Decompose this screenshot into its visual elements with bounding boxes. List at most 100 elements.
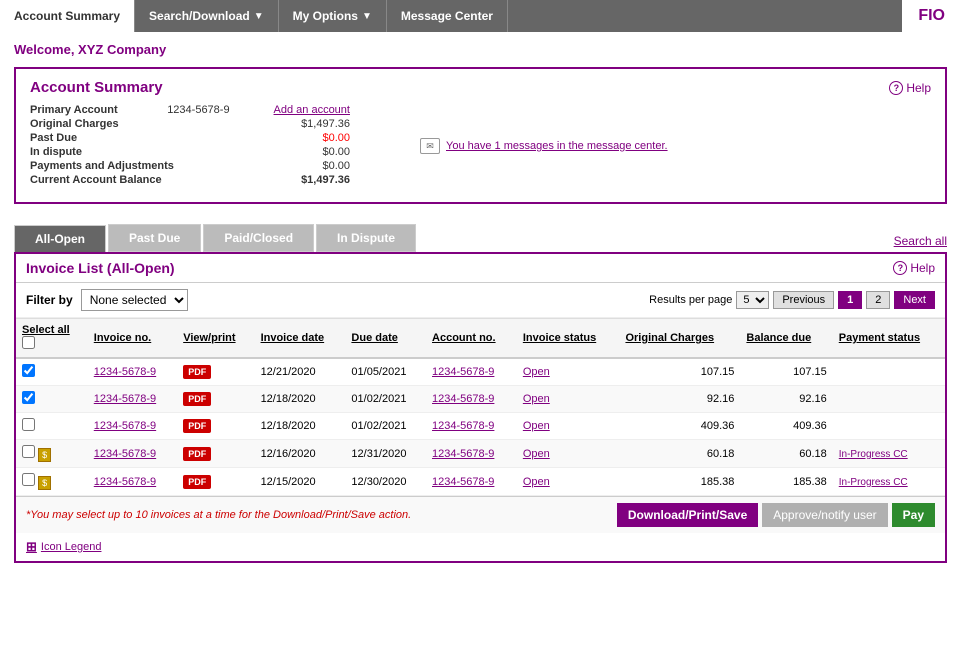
invoice-table: Select all Invoice no. View/print Invoic…	[16, 318, 945, 496]
view-print-cell: PDF	[177, 413, 254, 440]
account-fields: Primary Account 1234-5678-9 Add an accou…	[30, 104, 350, 188]
filter-select[interactable]: None selected	[81, 289, 188, 311]
current-balance-row: Current Account Balance $1,497.36	[30, 174, 350, 186]
invoice-list-title: Invoice List (All-Open)	[26, 260, 175, 276]
pdf-button[interactable]: PDF	[183, 392, 211, 406]
invoice-status-link[interactable]: Open	[523, 393, 550, 405]
balance-due-cell: 92.16	[740, 386, 832, 413]
invoice-date-cell: 12/15/2020	[255, 468, 346, 496]
account-number-link[interactable]: 1234-5678-9	[432, 393, 494, 405]
pdf-button[interactable]: PDF	[183, 475, 211, 489]
pdf-button[interactable]: PDF	[183, 447, 211, 461]
tab-past-due[interactable]: Past Due	[108, 224, 201, 252]
col-view-print: View/print	[177, 319, 254, 359]
invoice-number-cell: 1234-5678-9	[88, 468, 177, 496]
invoice-date-cell: 12/18/2020	[255, 386, 346, 413]
row-checkbox[interactable]	[22, 473, 35, 486]
filter-pagination-row: Filter by None selected Results per page…	[16, 283, 945, 318]
row-icon-btn[interactable]: $	[38, 476, 51, 490]
account-number-link[interactable]: 1234-5678-9	[432, 420, 494, 432]
results-per-page-label: Results per page	[649, 294, 732, 306]
invoice-status-link[interactable]: Open	[523, 448, 550, 460]
tab-all-open[interactable]: All-Open	[14, 225, 106, 252]
nav-tab-my-options[interactable]: My Options ▼	[279, 0, 387, 32]
pagination-controls: Results per page 5 Previous 1 2 Next	[649, 291, 935, 309]
row-checkbox[interactable]	[22, 391, 35, 404]
top-navigation: Account Summary Search/Download ▼ My Opt…	[0, 0, 961, 32]
table-row: 1234-5678-9PDF12/18/202001/02/20211234-5…	[16, 413, 945, 440]
payment-status-link[interactable]: In-Progress CC	[839, 477, 908, 488]
account-summary-header: Account Summary ? Help	[30, 79, 931, 96]
row-checkbox[interactable]	[22, 364, 35, 377]
page-1-button[interactable]: 1	[838, 291, 862, 309]
account-number-link[interactable]: 1234-5678-9	[432, 476, 494, 488]
account-number-cell: 1234-5678-9	[426, 413, 517, 440]
tab-in-dispute[interactable]: In Dispute	[316, 224, 416, 252]
payment-status-cell	[833, 413, 945, 440]
account-number-cell: 1234-5678-9	[426, 386, 517, 413]
brand-logo: FIO	[902, 0, 961, 32]
welcome-message: Welcome, XYZ Company	[14, 42, 947, 57]
chevron-down-icon: ▼	[254, 11, 264, 22]
invoice-number-link[interactable]: 1234-5678-9	[94, 420, 156, 432]
due-date-cell: 12/30/2020	[345, 468, 426, 496]
invoice-list-box: Invoice List (All-Open) ? Help Filter by…	[14, 252, 947, 563]
invoice-number-link[interactable]: 1234-5678-9	[94, 366, 156, 378]
main-content: Welcome, XYZ Company Account Summary ? H…	[0, 32, 961, 573]
pdf-button[interactable]: PDF	[183, 419, 211, 433]
search-all-link[interactable]: Search all	[894, 234, 947, 252]
past-due-row: Past Due $0.00	[30, 132, 350, 144]
nav-tab-search-download[interactable]: Search/Download ▼	[135, 0, 279, 32]
approve-notify-button[interactable]: Approve/notify user	[762, 503, 887, 527]
account-number-link[interactable]: 1234-5678-9	[432, 366, 494, 378]
tab-paid-closed[interactable]: Paid/Closed	[203, 224, 314, 252]
nav-tab-account-summary[interactable]: Account Summary	[0, 0, 135, 32]
primary-account-row: Primary Account 1234-5678-9 Add an accou…	[30, 104, 350, 116]
invoice-number-cell: 1234-5678-9	[88, 358, 177, 386]
balance-due-cell: 185.38	[740, 468, 832, 496]
row-checkbox-cell	[16, 413, 88, 440]
payment-status-cell: In-Progress CC	[833, 468, 945, 496]
chevron-down-icon: ▼	[362, 11, 372, 22]
invoice-status-cell: Open	[517, 358, 620, 386]
invoice-tabs: All-Open Past Due Paid/Closed In Dispute	[14, 224, 418, 252]
select-all-checkbox[interactable]	[22, 336, 35, 349]
message-icon: ✉	[420, 138, 440, 154]
nav-tab-message-center[interactable]: Message Center	[387, 0, 508, 32]
invoice-date-cell: 12/18/2020	[255, 413, 346, 440]
icon-legend-link[interactable]: ⊞ Icon Legend	[16, 533, 945, 561]
invoice-status-cell: Open	[517, 440, 620, 468]
invoice-number-link[interactable]: 1234-5678-9	[94, 476, 156, 488]
account-summary-help[interactable]: ? Help	[889, 81, 931, 95]
payment-status-link[interactable]: In-Progress CC	[839, 449, 908, 460]
select-all-label[interactable]: Select all	[22, 324, 70, 336]
results-per-page-select[interactable]: 5	[736, 291, 769, 309]
invoice-number-link[interactable]: 1234-5678-9	[94, 448, 156, 460]
original-charges-cell: 107.15	[619, 358, 740, 386]
payment-status-cell	[833, 358, 945, 386]
payment-status-cell: In-Progress CC	[833, 440, 945, 468]
invoice-number-cell: 1234-5678-9	[88, 440, 177, 468]
row-checkbox[interactable]	[22, 445, 35, 458]
invoice-list-help[interactable]: ? Help	[893, 261, 935, 275]
account-summary-title: Account Summary	[30, 79, 163, 96]
pay-button[interactable]: Pay	[892, 503, 935, 527]
invoice-status-link[interactable]: Open	[523, 366, 550, 378]
next-page-button[interactable]: Next	[894, 291, 935, 309]
download-print-save-button[interactable]: Download/Print/Save	[617, 503, 758, 527]
invoice-footer: *You may select up to 10 invoices at a t…	[16, 496, 945, 533]
invoice-status-link[interactable]: Open	[523, 420, 550, 432]
original-charges-cell: 60.18	[619, 440, 740, 468]
previous-page-button[interactable]: Previous	[773, 291, 834, 309]
invoice-number-link[interactable]: 1234-5678-9	[94, 393, 156, 405]
page-2-button[interactable]: 2	[866, 291, 890, 309]
invoice-status-link[interactable]: Open	[523, 476, 550, 488]
account-number-link[interactable]: 1234-5678-9	[432, 448, 494, 460]
row-checkbox[interactable]	[22, 418, 35, 431]
pdf-button[interactable]: PDF	[183, 365, 211, 379]
original-charges-cell: 92.16	[619, 386, 740, 413]
col-invoice-no: Invoice no.	[88, 319, 177, 359]
row-icon-btn[interactable]: $	[38, 448, 51, 462]
message-center-link[interactable]: You have 1 messages in the message cente…	[446, 140, 668, 152]
due-date-cell: 01/05/2021	[345, 358, 426, 386]
